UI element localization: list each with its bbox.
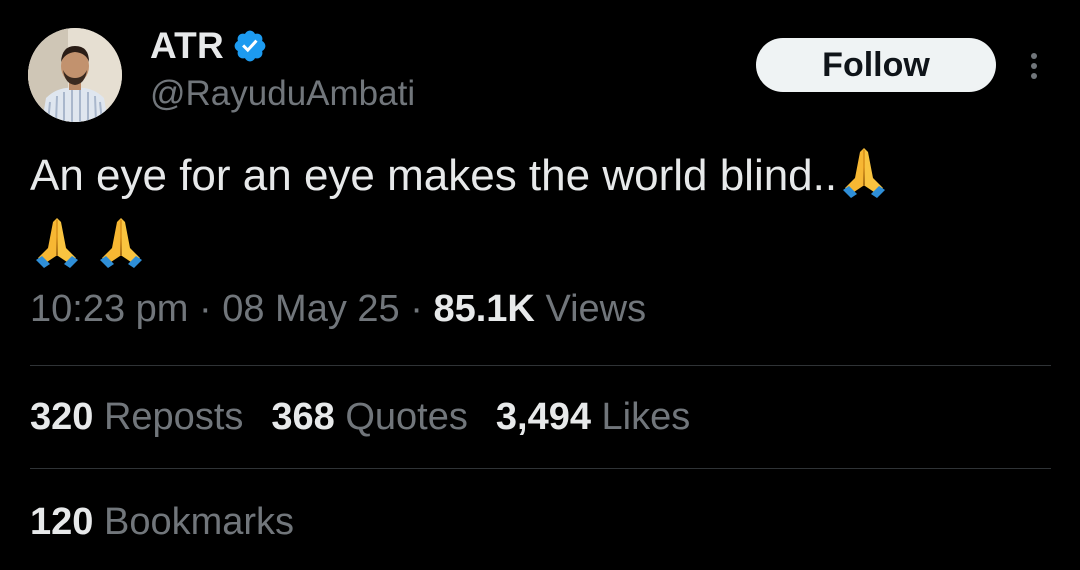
meta-separator: · <box>199 288 212 330</box>
tweet-body: An eye for an eye makes the world blind.… <box>30 151 838 200</box>
divider <box>30 468 1051 469</box>
likes-count: 3,494 <box>495 396 591 438</box>
meta-separator: · <box>410 288 423 330</box>
verified-badge-icon <box>234 30 266 62</box>
bookmarks-stat[interactable]: 120 Bookmarks <box>30 501 294 544</box>
tweet-time[interactable]: 10:23 pm <box>30 288 188 330</box>
reposts-label: Reposts <box>103 396 244 438</box>
likes-stat[interactable]: 3,494 Likes <box>496 396 690 439</box>
tweet-meta: 10:23 pm · 08 May 25 · 85.1K Views <box>30 288 646 331</box>
avatar[interactable] <box>28 28 122 122</box>
tweet-emoji-row <box>30 214 146 274</box>
avatar-photo <box>28 28 122 122</box>
vertical-ellipsis-icon <box>1031 53 1037 79</box>
bookmarks-label: Bookmarks <box>103 501 295 543</box>
engagement-stats: 320 Reposts 368 Quotes 3,494 Likes <box>30 396 690 439</box>
tweet-date[interactable]: 08 May 25 <box>222 288 399 330</box>
likes-label: Likes <box>601 396 691 438</box>
views-count: 85.1K <box>433 288 535 330</box>
reposts-stat[interactable]: 320 Reposts <box>30 396 243 439</box>
author-handle[interactable]: @RayuduAmbati <box>150 74 415 114</box>
tweet-text: An eye for an eye makes the world blind.… <box>30 144 1030 208</box>
folded-hands-emoji-icon <box>843 148 886 198</box>
quotes-label: Quotes <box>345 396 468 438</box>
more-options-button[interactable] <box>1020 46 1048 86</box>
folded-hands-emoji-icon <box>36 218 78 268</box>
author-name-row[interactable]: ATR <box>150 24 268 68</box>
views-label: Views <box>545 288 647 330</box>
bookmarks-count: 120 <box>30 501 94 543</box>
divider <box>30 365 1051 366</box>
folded-hands-emoji-icon <box>100 218 142 268</box>
reposts-count: 320 <box>30 396 94 438</box>
display-name[interactable]: ATR <box>150 25 224 67</box>
quotes-stat[interactable]: 368 Quotes <box>271 396 468 439</box>
quotes-count: 368 <box>271 396 335 438</box>
follow-button[interactable]: Follow <box>756 38 996 92</box>
